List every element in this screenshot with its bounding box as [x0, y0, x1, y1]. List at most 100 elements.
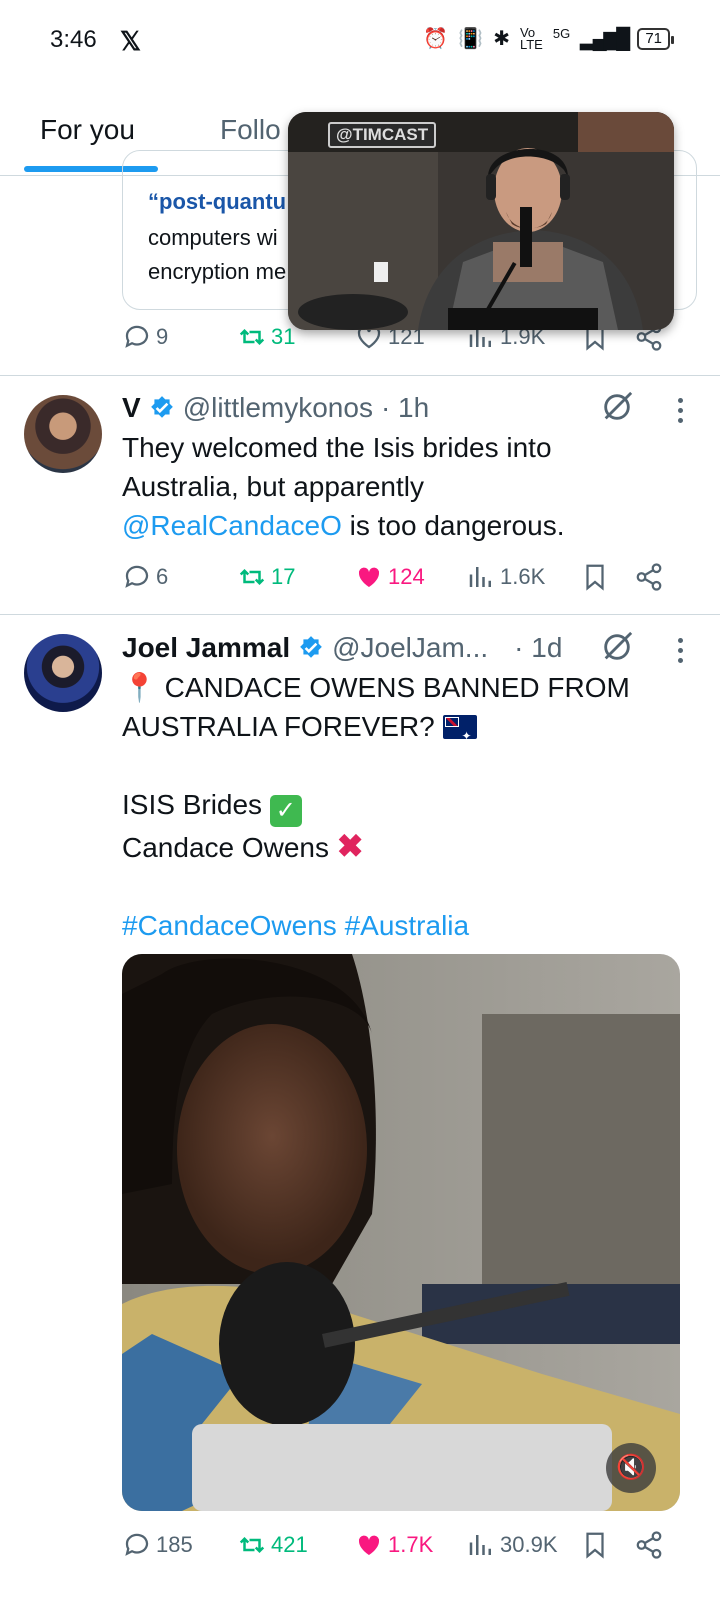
bookmark-icon	[586, 564, 604, 591]
divider	[0, 375, 720, 376]
tab-for-you[interactable]: For you	[40, 114, 135, 146]
tweet-text-fragment: ISIS Brides	[122, 789, 270, 820]
views-count: 30.9K	[500, 1532, 558, 1557]
avatar[interactable]	[24, 395, 102, 473]
repost-icon	[239, 568, 265, 586]
hashtag-links[interactable]: #CandaceOwens #Australia	[122, 906, 682, 945]
tweet-actions: 6 17 124 1.6K	[122, 562, 682, 598]
battery-level: 71	[645, 29, 662, 47]
x-logo-icon: 𝕏	[120, 26, 141, 56]
tweet-text-line: Candace Owens ✖	[122, 827, 682, 867]
share-icon	[636, 1531, 662, 1559]
tweet-text-line: 📍 CANDACE OWENS BANNED FROM	[122, 668, 682, 707]
tweet-text-fragment: is too dangerous.	[341, 510, 565, 541]
share-button[interactable]	[634, 1530, 664, 1560]
views-button[interactable]: 30.9K	[466, 1530, 558, 1560]
display-name[interactable]: V	[122, 392, 141, 424]
tweet-text-fragment: Candace Owens	[122, 832, 337, 863]
verified-badge-icon	[150, 396, 173, 418]
reply-button[interactable]: 9	[122, 322, 168, 352]
verified-badge-icon	[300, 636, 322, 658]
pin-icon: 📍	[122, 672, 157, 703]
cross-mark-icon: ✖	[336, 828, 364, 864]
reply-button[interactable]: 6	[122, 562, 168, 592]
repost-button[interactable]: 421	[237, 1530, 308, 1560]
check-mark-icon: ✓	[269, 795, 302, 827]
video-player[interactable]: 🔇	[122, 954, 680, 1511]
reply-icon	[125, 565, 149, 588]
repost-count: 31	[271, 324, 296, 349]
volte-icon: Vo LTE	[519, 24, 543, 52]
tweet-header: V @littlemykonos · 1h	[122, 392, 429, 424]
bookmark-button[interactable]	[580, 1530, 610, 1560]
tweet-text-line: ISIS Brides ✓	[122, 785, 682, 827]
pip-sign-text: @TIMCAST	[328, 122, 437, 148]
tweet-text: 📍 CANDACE OWENS BANNED FROM AUSTRALIA FO…	[122, 668, 682, 945]
views-button[interactable]: 1.6K	[466, 562, 545, 592]
more-options-icon[interactable]	[674, 638, 686, 668]
status-time: 3:46	[50, 26, 97, 53]
alarm-icon: ⏰	[423, 28, 449, 50]
repost-button[interactable]: 31	[237, 322, 295, 352]
user-handle[interactable]: @JoelJam...	[332, 632, 488, 664]
views-count: 1.6K	[500, 564, 546, 589]
picture-in-picture-video[interactable]: @TIMCAST	[288, 112, 674, 330]
tweet-header: Joel Jammal @JoelJam... · 1d	[122, 632, 562, 664]
views-icon	[469, 567, 491, 587]
like-count: 124	[388, 564, 425, 589]
network-label: 5G	[552, 26, 571, 41]
views-icon	[469, 1535, 491, 1555]
reply-count: 185	[156, 1532, 193, 1557]
user-handle[interactable]: @littlemykonos	[183, 392, 373, 424]
quote-line-1: “post-quantu	[148, 189, 287, 214]
signal-icon: ▂▄▆█	[580, 28, 630, 50]
tab-following[interactable]: Follo	[220, 114, 281, 146]
reply-count: 9	[156, 324, 169, 349]
share-button[interactable]	[634, 562, 664, 592]
quote-line-3: encryption me	[148, 259, 287, 284]
tweet-text-line: Australia, but apparently	[122, 471, 424, 502]
like-count: 1.7K	[388, 1532, 434, 1557]
grok-icon[interactable]	[600, 390, 634, 424]
bookmark-button[interactable]	[580, 562, 610, 592]
display-name[interactable]: Joel Jammal	[122, 632, 290, 664]
reply-count: 6	[156, 564, 169, 589]
tweet-text-fragment: AUSTRALIA FOREVER?	[122, 711, 443, 742]
timestamp[interactable]: · 1h	[381, 392, 429, 424]
tweet-text-line: @RealCandaceO is too dangerous.	[122, 506, 682, 545]
repost-count: 17	[271, 564, 296, 589]
divider	[0, 614, 720, 615]
status-bar: 3:46 𝕏 ⏰ 📳 ✱ Vo LTE 5G ▂▄▆█ 71	[0, 0, 720, 82]
mention-link[interactable]: @RealCandaceO	[122, 510, 342, 541]
repost-icon	[239, 1536, 265, 1554]
repost-icon	[239, 328, 265, 346]
reply-icon	[125, 1533, 149, 1556]
timestamp[interactable]: · 1d	[514, 632, 562, 664]
like-button[interactable]: 1.7K	[354, 1530, 433, 1560]
avatar[interactable]	[24, 634, 102, 712]
bluetooth-icon: ✱	[493, 28, 510, 50]
repost-button[interactable]: 17	[237, 562, 295, 592]
tweet-text: They welcomed the Isis brides into Austr…	[122, 428, 682, 545]
tweet-actions: 185 421 1.7K 30.9K	[122, 1530, 682, 1566]
more-options-icon[interactable]	[674, 398, 686, 428]
vibrate-icon: 📳	[458, 28, 484, 50]
grok-icon[interactable]	[600, 630, 634, 664]
share-icon	[636, 563, 662, 591]
heart-filled-icon	[358, 1535, 380, 1555]
reply-icon	[125, 325, 149, 348]
tweet-text-fragment: CANDACE OWENS BANNED FROM	[156, 672, 630, 703]
status-icons: ⏰ 📳 ✱ Vo LTE 5G ▂▄▆█ 71	[423, 24, 674, 52]
video-frame	[122, 954, 680, 1511]
repost-count: 421	[271, 1532, 308, 1557]
heart-filled-icon	[358, 567, 380, 587]
battery-icon: 71	[637, 27, 674, 50]
tweet-text-line: They welcomed the Isis brides into	[122, 432, 552, 463]
mute-toggle-icon[interactable]: 🔇	[606, 1443, 656, 1493]
reply-button[interactable]: 185	[122, 1530, 193, 1560]
quote-line-2: computers wi	[148, 225, 278, 250]
bookmark-icon	[586, 1532, 604, 1559]
like-button[interactable]: 124	[354, 562, 425, 592]
